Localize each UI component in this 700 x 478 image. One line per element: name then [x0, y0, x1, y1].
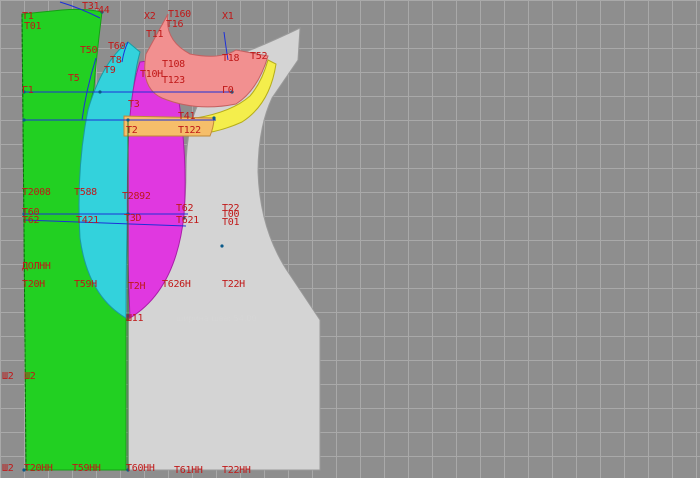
point-label-t62[interactable]: T62	[176, 204, 193, 214]
point-label-t2008[interactable]: T2008	[22, 188, 51, 198]
point-label-t108[interactable]: T108	[162, 60, 185, 70]
point-label-t20hh[interactable]: T20HH	[24, 464, 53, 474]
point-label-t9[interactable]: T9	[104, 66, 116, 76]
point-label-g0[interactable]: Г0	[222, 86, 234, 96]
point-label-x1[interactable]: X1	[222, 12, 234, 22]
point-label-t22h[interactable]: T22H	[222, 280, 245, 290]
point-label-t20h[interactable]: T20H	[22, 280, 45, 290]
drawing-workspace[interactable]: ширина шва: 54.00 T1 T01 T31 44 X2 T160 X1 T16 T…	[0, 0, 700, 478]
point-label-g1[interactable]: Г1	[22, 86, 34, 96]
point-label-t50[interactable]: T50	[80, 46, 97, 56]
point-label-t31[interactable]: T31	[82, 2, 99, 12]
point-label-t621[interactable]: T621	[176, 216, 199, 226]
point-label-t44[interactable]: 44	[98, 6, 110, 16]
point-label-t01[interactable]: T01	[24, 22, 41, 32]
point-label-t62b[interactable]: T62	[22, 216, 39, 226]
point-label-t3[interactable]: T3	[128, 100, 140, 110]
point-label-t123[interactable]: T123	[162, 76, 185, 86]
point-label-sh2[interactable]: Ш2	[2, 372, 14, 382]
point-label-t16[interactable]: T16	[166, 20, 183, 30]
point-label-t3d[interactable]: T3D	[124, 214, 141, 224]
point-label-t421[interactable]: T421	[76, 216, 99, 226]
point-label-t59h[interactable]: T59H	[74, 280, 97, 290]
point-label-t588[interactable]: T588	[74, 188, 97, 198]
point-label-t18[interactable]: T18	[222, 54, 239, 64]
point-label-t11[interactable]: T11	[146, 30, 163, 40]
point-label-t2[interactable]: T2	[126, 126, 138, 136]
seam-width-readout: ширина шва: 54.00	[176, 314, 257, 323]
point-label-x2[interactable]: X2	[144, 12, 156, 22]
point-label-dolnh[interactable]: ДОЛНН	[22, 262, 51, 272]
point-label-t59hh[interactable]: T59HH	[72, 464, 101, 474]
point-label-t60[interactable]: T60	[108, 42, 125, 52]
point-label-t122[interactable]: T122	[178, 126, 201, 136]
point-label-t2892[interactable]: T2892	[122, 192, 151, 202]
point-label-t61hh[interactable]: T61HH	[174, 466, 203, 476]
point-label-t60hh[interactable]: T60HH	[126, 464, 155, 474]
point-label-t22hh[interactable]: T22HH	[222, 466, 251, 476]
point-label-t01b[interactable]: T01	[222, 218, 239, 228]
point-label-sh2c[interactable]: Ш2	[2, 464, 14, 474]
point-label-t41[interactable]: T41	[178, 112, 195, 122]
point-label-t5[interactable]: T5	[68, 74, 80, 84]
point-label-t10h[interactable]: T10H	[140, 70, 163, 80]
point-label-t11b[interactable]: Ш11	[126, 314, 143, 324]
point-label-sh2b[interactable]: Ш2	[24, 372, 36, 382]
point-label-t626h[interactable]: T626H	[162, 280, 191, 290]
point-label-t2h[interactable]: T2H	[128, 282, 145, 292]
point-label-t52[interactable]: T52	[250, 52, 267, 62]
